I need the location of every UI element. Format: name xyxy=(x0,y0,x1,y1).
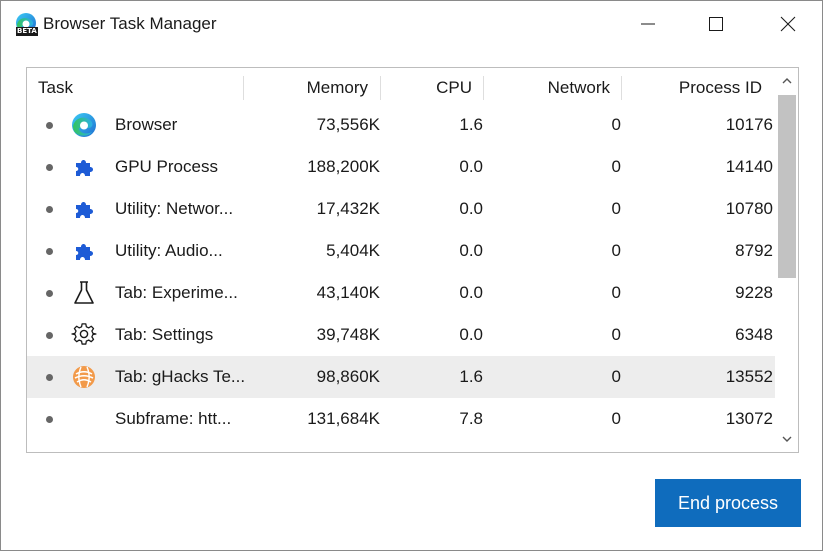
process-id-value: 9228 xyxy=(735,283,773,302)
memory-value: 39,748K xyxy=(316,325,380,344)
table-row[interactable]: Tab: Experime... 43,140K 0.0 0 9228 xyxy=(27,272,775,314)
cpu-value: 0.0 xyxy=(459,283,483,302)
edge-beta-icon: BETA xyxy=(13,12,39,38)
cpu-value: 7.8 xyxy=(459,409,483,428)
task-name: Browser xyxy=(115,115,178,134)
table-row[interactable]: Subframe: htt... 131,684K 7.8 0 13072 xyxy=(27,398,775,440)
ghacks-favicon xyxy=(71,364,97,390)
title-bar[interactable]: BETA Browser Task Manager xyxy=(1,1,822,47)
column-divider[interactable] xyxy=(621,76,622,100)
memory-value: 5,404K xyxy=(326,241,380,260)
flask-icon xyxy=(71,280,97,306)
memory-value: 43,140K xyxy=(316,283,380,302)
process-id-value: 13072 xyxy=(725,409,773,428)
maximize-button[interactable] xyxy=(693,1,739,47)
column-header-network[interactable]: Network xyxy=(484,68,610,104)
row-bullet xyxy=(46,206,53,213)
table-row[interactable]: Utility: Networ... 17,432K 0.0 0 10780 xyxy=(27,188,775,230)
network-value: 0 xyxy=(611,199,621,218)
process-id-value: 14140 xyxy=(725,157,773,176)
window-title: Browser Task Manager xyxy=(43,14,217,33)
task-name: Tab: Settings xyxy=(115,325,214,344)
row-bullet xyxy=(46,416,53,423)
maximize-icon xyxy=(709,17,723,31)
gear-icon xyxy=(71,322,97,348)
task-name: Utility: Networ... xyxy=(115,199,234,218)
beta-badge: BETA xyxy=(16,27,38,36)
memory-value: 73,556K xyxy=(316,115,380,134)
row-bullet xyxy=(46,290,53,297)
minimize-button[interactable] xyxy=(625,1,671,47)
process-id-value: 10176 xyxy=(725,115,773,134)
process-table[interactable]: Task Memory CPU Network Process ID Brows… xyxy=(26,67,799,453)
network-value: 0 xyxy=(611,409,621,428)
column-header-process-id[interactable]: Process ID xyxy=(623,68,762,104)
task-name: Tab: Experime... xyxy=(115,283,238,302)
memory-value: 98,860K xyxy=(316,367,380,386)
row-bullet xyxy=(46,374,53,381)
table-row[interactable]: GPU Process 188,200K 0.0 0 14140 xyxy=(27,146,775,188)
puzzle-icon xyxy=(71,238,97,264)
cpu-value: 0.0 xyxy=(459,199,483,218)
scrollbar-thumb[interactable] xyxy=(778,95,796,278)
cpu-value: 1.6 xyxy=(459,367,483,386)
cpu-value: 0.0 xyxy=(459,325,483,344)
table-body: Browser 73,556K 1.6 0 10176 GPU Process … xyxy=(27,104,775,440)
process-id-value: 10780 xyxy=(725,199,773,218)
memory-value: 131,684K xyxy=(307,409,380,428)
network-value: 0 xyxy=(611,283,621,302)
memory-value: 17,432K xyxy=(316,199,380,218)
column-header-cpu[interactable]: CPU xyxy=(383,68,472,104)
close-button[interactable] xyxy=(765,1,811,47)
process-id-value: 8792 xyxy=(735,241,773,260)
memory-value: 188,200K xyxy=(307,157,380,176)
column-header-task[interactable]: Task xyxy=(38,68,73,104)
task-name: GPU Process xyxy=(115,157,218,176)
minimize-icon xyxy=(641,23,655,25)
task-manager-window: BETA Browser Task Manager Task Memory CP… xyxy=(0,0,823,551)
puzzle-icon xyxy=(71,154,97,180)
cpu-value: 1.6 xyxy=(459,115,483,134)
row-bullet xyxy=(46,122,53,129)
process-id-value: 6348 xyxy=(735,325,773,344)
cpu-value: 0.0 xyxy=(459,241,483,260)
end-process-button[interactable]: End process xyxy=(655,479,801,527)
table-header: Task Memory CPU Network Process ID xyxy=(27,68,775,104)
network-value: 0 xyxy=(611,157,621,176)
edge-icon xyxy=(71,112,97,138)
row-bullet xyxy=(46,164,53,171)
column-divider[interactable] xyxy=(380,76,381,100)
row-bullet xyxy=(46,248,53,255)
process-id-value: 13552 xyxy=(725,367,773,386)
network-value: 0 xyxy=(611,367,621,386)
scroll-up-arrow-icon[interactable] xyxy=(776,72,798,90)
puzzle-icon xyxy=(71,196,97,222)
task-name: Utility: Audio... xyxy=(115,241,223,260)
table-row[interactable]: Utility: Audio... 5,404K 0.0 0 8792 xyxy=(27,230,775,272)
network-value: 0 xyxy=(611,115,621,134)
task-name: Tab: gHacks Te... xyxy=(115,367,246,386)
column-header-memory[interactable]: Memory xyxy=(243,68,368,104)
network-value: 0 xyxy=(611,325,621,344)
table-row-selected[interactable]: Tab: gHacks Te... 98,860K 1.6 0 13552 xyxy=(27,356,775,398)
table-row[interactable]: Browser 73,556K 1.6 0 10176 xyxy=(27,104,775,146)
table-row[interactable]: Tab: Settings 39,748K 0.0 0 6348 xyxy=(27,314,775,356)
task-name: Subframe: htt... xyxy=(115,409,232,428)
network-value: 0 xyxy=(611,241,621,260)
cpu-value: 0.0 xyxy=(459,157,483,176)
vertical-scrollbar[interactable] xyxy=(776,68,798,452)
row-bullet xyxy=(46,332,53,339)
scroll-down-arrow-icon[interactable] xyxy=(776,430,798,448)
close-icon xyxy=(780,16,796,32)
